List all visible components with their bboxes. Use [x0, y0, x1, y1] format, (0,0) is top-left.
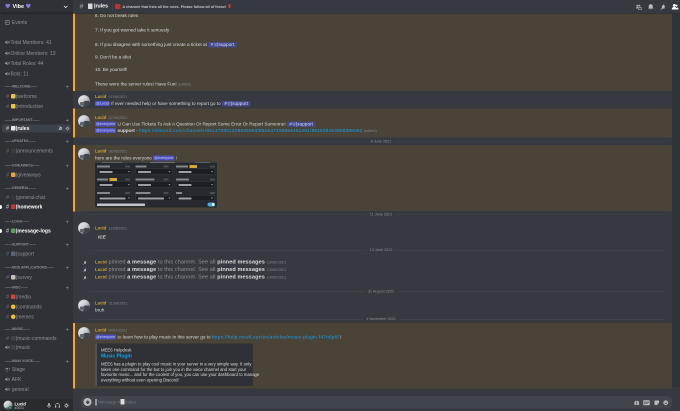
svg-text:GIF: GIF	[644, 401, 649, 405]
